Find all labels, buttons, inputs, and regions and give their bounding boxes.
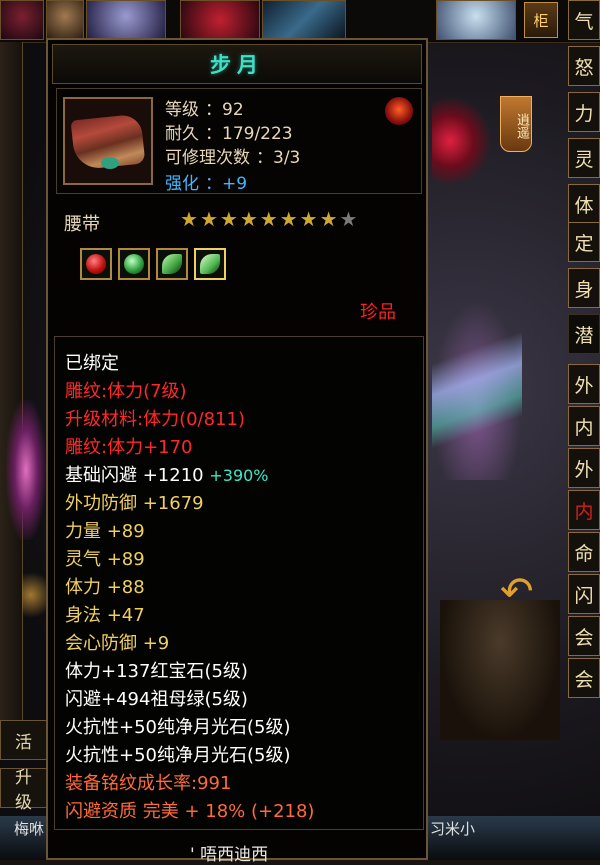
star-filled-icon: ★ (279, 207, 298, 231)
tooltip-title-bar: 步月 (52, 44, 422, 84)
thumbnail-slot[interactable] (262, 0, 346, 40)
crystal-wing-art (432, 300, 522, 480)
left-frame (0, 42, 23, 722)
moonstone-gem-icon[interactable] (194, 248, 226, 280)
physique-line: 体力 +88 (65, 577, 145, 598)
emerald-gem-icon[interactable] (118, 248, 150, 280)
rarity-label: 珍品 (360, 302, 396, 323)
tab-nei-2[interactable]: 内 (568, 490, 600, 530)
tab-ling[interactable]: 灵 (568, 138, 600, 178)
bottom-left-name: 梅咻 (14, 820, 45, 838)
tab-ti[interactable]: 体 (568, 184, 600, 224)
bottom-right-name: 习米小 (430, 820, 476, 838)
star-filled-icon: ★ (259, 207, 278, 231)
moonstone-gem-icon[interactable] (156, 248, 188, 280)
gem-stat-line: 体力+137红宝石(5级) (65, 661, 248, 682)
dodge-quality-line: 闪避资质 完美 + 18% (+218) (65, 801, 315, 822)
gem-stat-line: 闪避+494祖母绿(5级) (65, 689, 248, 710)
base-dodge-percent: +390% (209, 466, 269, 485)
level-value: ：92 (205, 100, 244, 120)
item-durability: 耐久 ：179/223 (165, 119, 293, 144)
item-tooltip: 步月 等级 ：92 耐久 ：179/223 可修理次数 ：3/3 强化 ：+9 腰带 ★… (46, 38, 428, 865)
item-header: 等级 ：92 耐久 ：179/223 可修理次数 ：3/3 强化 ：+9 (56, 88, 422, 194)
strength-label: 强化 (165, 174, 199, 194)
tab-shen[interactable]: 身 (568, 268, 600, 308)
star-empty-icon: ★ (339, 207, 358, 231)
cabinet-button[interactable]: 柜 (524, 2, 558, 38)
side-row-label: 升级 (0, 768, 48, 813)
level-label: 等级 (165, 100, 199, 120)
tab-li[interactable]: 力 (568, 92, 600, 132)
power-line: 力量 +89 (65, 521, 145, 542)
durability-value: ：179/223 (205, 124, 293, 144)
item-name: 步月 (210, 53, 264, 77)
gem-stat-line: 火抗性+50纯净月光石(5级) (65, 745, 291, 766)
thumbnail-slot[interactable] (46, 0, 84, 40)
thumbnail-slot[interactable] (180, 0, 260, 40)
tab-hui[interactable]: 会 (568, 616, 600, 656)
star-filled-icon: ★ (299, 207, 318, 231)
character-base (440, 600, 560, 740)
side-row-label: 活 (0, 720, 48, 760)
engrave-bonus-line: 雕纹:体力+170 (65, 437, 193, 458)
xiaoyao-tag[interactable]: 逍遥 (500, 96, 532, 152)
star-filled-icon: ★ (319, 207, 338, 231)
base-dodge-value: 基础闪避 +1210 (65, 465, 204, 486)
red-effect-art (432, 96, 492, 186)
thumbnail-slot[interactable] (86, 0, 166, 40)
thumbnail-slot[interactable] (0, 0, 44, 40)
gem-stat-line: 火抗性+50纯净月光石(5级) (65, 717, 291, 738)
star-filled-icon: ★ (199, 207, 218, 231)
tab-wai[interactable]: 外 (568, 364, 600, 404)
engrave-line: 雕纹:体力(7级) (65, 381, 187, 402)
durability-label: 耐久 (165, 124, 199, 144)
belt-gem-art (101, 157, 119, 169)
repair-value: ：3/3 (256, 148, 301, 168)
thumbnail-slot[interactable] (436, 0, 516, 40)
star-rating: ★ ★ ★ ★ ★ ★ ★ ★ ★ (180, 208, 357, 230)
tab-ding[interactable]: 定 (568, 222, 600, 262)
ruby-gem-icon[interactable] (80, 248, 112, 280)
base-dodge-line: 基础闪避 +1210 +390% (65, 461, 269, 487)
star-filled-icon: ★ (180, 207, 198, 231)
item-slot: 腰带 (64, 214, 100, 235)
tab-qi[interactable]: 气 (568, 0, 600, 40)
tab-wai-2[interactable]: 外 (568, 448, 600, 488)
item-repair-count: 可修理次数 ：3/3 (165, 143, 300, 168)
tab-nu[interactable]: 怒 (568, 46, 600, 86)
bound-status: 已绑定 (65, 353, 119, 374)
upgrade-material-line: 升级材料:体力(0/811) (65, 409, 245, 430)
top-thumbnail-strip: 柜 (0, 0, 600, 43)
tab-nei[interactable]: 内 (568, 406, 600, 446)
gem-sockets (80, 248, 226, 280)
attribute-tabs: 气 怒 力 灵 体 定 身 潜 外 内 外 内 命 闪 会 会 (568, 0, 600, 720)
item-stats: 已绑定 雕纹:体力(7级) 升级材料:体力(0/811) 雕纹:体力+170 基… (54, 336, 424, 830)
repair-label: 可修理次数 (165, 148, 250, 168)
tab-hui-2[interactable]: 会 (568, 658, 600, 698)
tab-qian[interactable]: 潜 (568, 314, 600, 354)
agility-line: 身法 +47 (65, 605, 145, 626)
wing-art (6, 400, 46, 540)
item-level: 等级 ：92 (165, 95, 244, 120)
fire-emblem-icon (385, 97, 413, 125)
belt-icon (63, 97, 153, 185)
spirit-line: 灵气 +89 (65, 549, 145, 570)
star-filled-icon: ★ (239, 207, 258, 231)
item-strength: 强化 ：+9 (165, 169, 247, 194)
tab-ming[interactable]: 命 (568, 532, 600, 572)
rotate-right-icon[interactable]: ↶ (500, 572, 534, 612)
tab-shan[interactable]: 闪 (568, 574, 600, 614)
external-defense-line: 外功防御 +1679 (65, 493, 204, 514)
star-filled-icon: ★ (219, 207, 238, 231)
crit-defense-line: 会心防御 +9 (65, 633, 170, 654)
tooltip-footer: ' 唔西迪西 (190, 845, 269, 865)
strength-value: ：+9 (205, 174, 248, 194)
growth-rate-line: 装备铭纹成长率:991 (65, 773, 232, 794)
